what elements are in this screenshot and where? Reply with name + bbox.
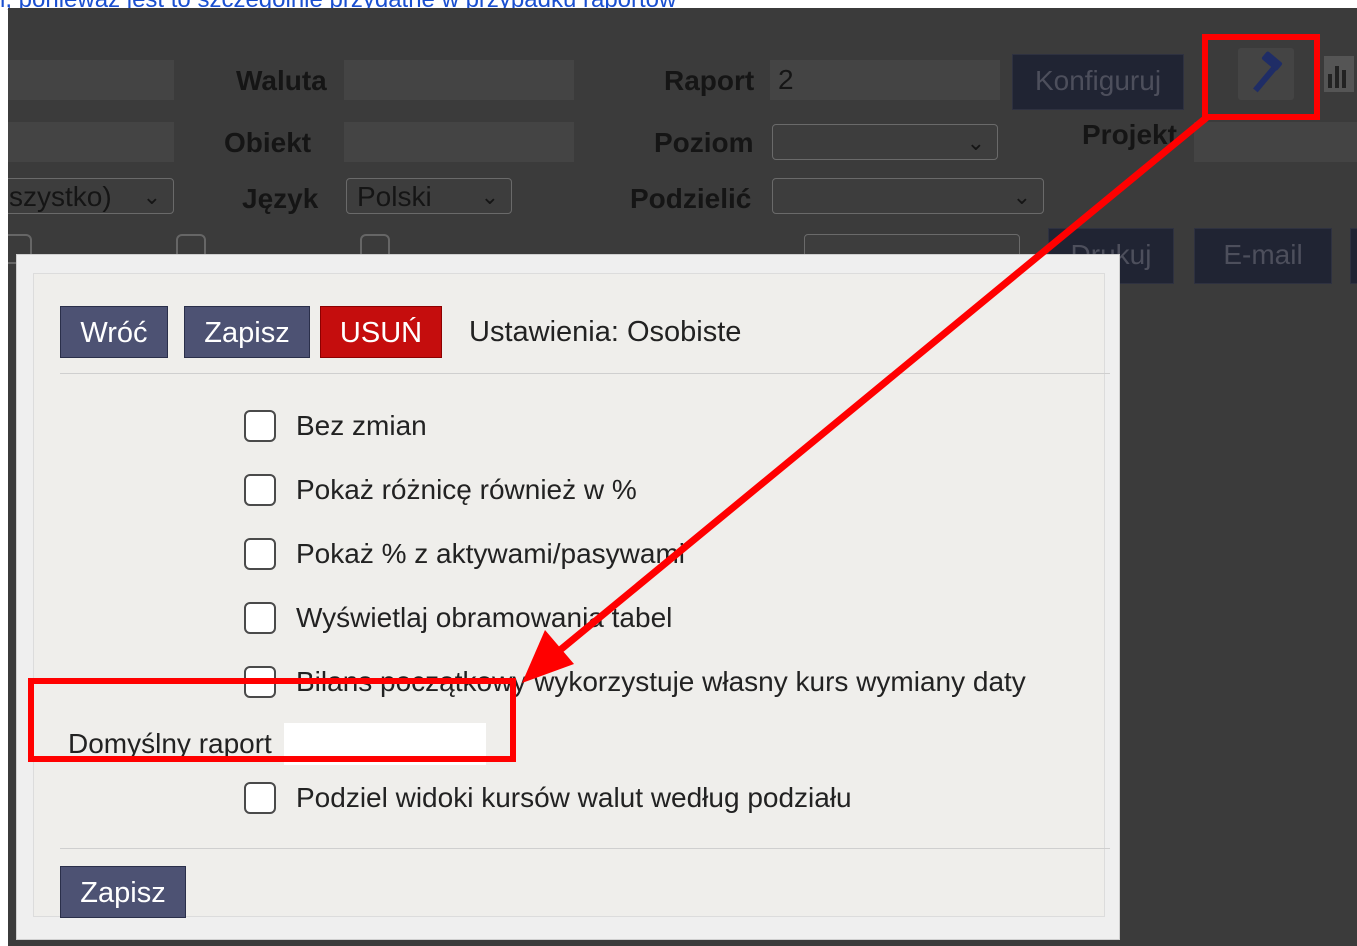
waluta-label: Waluta (236, 65, 327, 96)
option-label: Wyświetlaj obramowania tabel (296, 602, 673, 633)
option-label: Bez zmian (296, 410, 427, 441)
hammer-icon[interactable] (1238, 48, 1294, 100)
delete-button[interactable]: USUŃ (320, 306, 442, 358)
raport-value: 2 (778, 64, 794, 95)
option-show-diff-percent[interactable]: Pokaż różnicę również w % (244, 470, 637, 510)
jezyk-select[interactable]: Polski ⌄ (346, 178, 512, 214)
checkbox-icon[interactable] (244, 666, 276, 698)
option-show-percent-assets[interactable]: Pokaż % z aktywami/pasywami (244, 534, 685, 574)
checkbox-icon[interactable] (244, 410, 276, 442)
option-table-borders[interactable]: Wyświetlaj obramowania tabel (244, 598, 672, 638)
bg-left-field-1[interactable] (8, 60, 174, 100)
waluta-field[interactable] (344, 60, 574, 100)
bottom-divider (60, 848, 1110, 849)
chevron-down-icon: ⌄ (480, 184, 499, 209)
projekt-field[interactable] (1194, 122, 1357, 162)
option-label: Bilans początkowy wykorzystuje własny ku… (296, 666, 1026, 697)
back-button[interactable]: Wróć (60, 306, 168, 358)
chevron-down-icon: ⌄ (966, 130, 985, 155)
raport-field[interactable]: 2 (770, 60, 1000, 100)
obiekt-label: Obiekt (224, 127, 312, 158)
checkbox-icon[interactable] (244, 782, 276, 814)
chevron-down-icon: ⌄ (1012, 184, 1031, 209)
jezyk-label: Język (242, 183, 319, 214)
poziom-select[interactable]: ⌄ (772, 124, 998, 160)
settings-dialog: Wróć Zapisz USUŃ Ustawienia: Osobiste Be… (16, 254, 1120, 940)
page-top-strip: i, ponieważ jest to szczególnie przydatn… (0, 0, 1357, 13)
left-select[interactable]: szystko) ⌄ (8, 178, 174, 214)
checkbox-icon[interactable] (244, 602, 276, 634)
projekt-label: Projekt (1082, 119, 1177, 150)
default-report-row: Domyślny raport (68, 722, 486, 766)
option-split-currency-views[interactable]: Podziel widoki kursów walut według podzi… (244, 778, 852, 818)
save-button[interactable]: Zapisz (184, 306, 310, 358)
option-label: Pokaż % z aktywami/pasywami (296, 538, 686, 569)
bg-extra-button[interactable] (1350, 228, 1357, 284)
obiekt-field[interactable] (344, 122, 574, 162)
settings-scope-label: Ustawienia: Osobiste (469, 316, 742, 348)
jezyk-value: Polski (357, 181, 432, 212)
podzielic-label: Podzielić (630, 183, 752, 214)
poziom-label: Poziom (654, 127, 754, 158)
option-opening-balance-rate[interactable]: Bilans początkowy wykorzystuje własny ku… (244, 662, 1026, 702)
konfiguruj-button[interactable]: Konfiguruj (1012, 54, 1184, 110)
footer-save-button[interactable]: Zapisz (60, 866, 186, 918)
default-report-input[interactable] (283, 723, 486, 765)
top-divider (60, 373, 1110, 374)
option-no-changes[interactable]: Bez zmian (244, 406, 427, 446)
option-label: Podziel widoki kursów walut według podzi… (296, 782, 852, 813)
chart-icon[interactable] (1324, 56, 1354, 92)
dialog-panel: Wróć Zapisz USUŃ Ustawienia: Osobiste Be… (33, 273, 1110, 918)
bg-left-field-2[interactable] (8, 122, 174, 162)
option-label: Pokaż różnicę również w % (296, 474, 637, 505)
podzielic-select[interactable]: ⌄ (772, 178, 1044, 214)
raport-label: Raport (664, 65, 755, 96)
checkbox-icon[interactable] (244, 538, 276, 570)
left-select-value: szystko) (9, 181, 112, 212)
default-report-label: Domyślny raport (68, 728, 272, 759)
email-button[interactable]: E-mail (1194, 228, 1332, 284)
chevron-down-icon: ⌄ (142, 184, 161, 209)
checkbox-icon[interactable] (244, 474, 276, 506)
